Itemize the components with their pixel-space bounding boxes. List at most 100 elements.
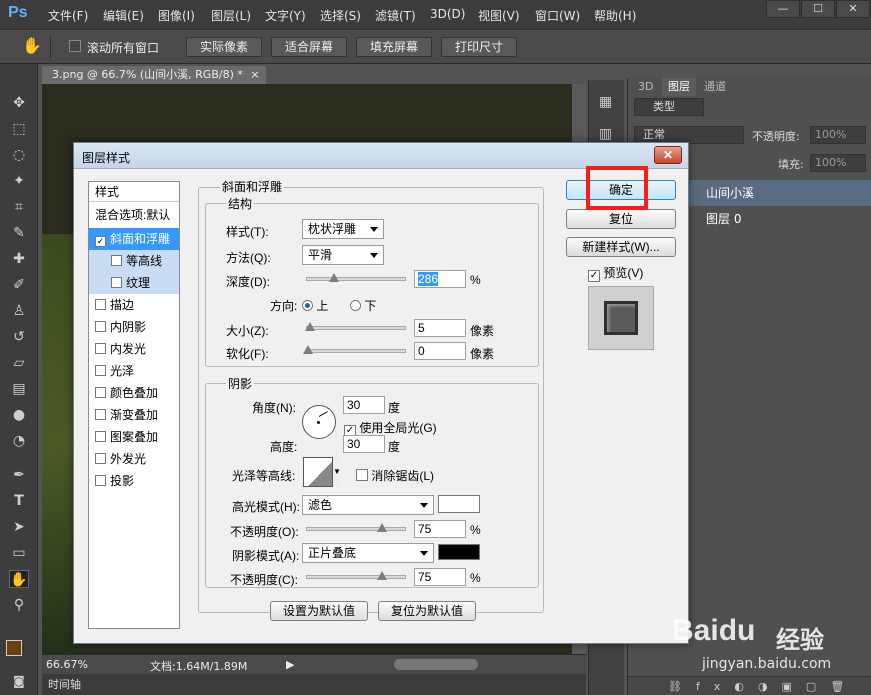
style-item-inner-glow[interactable]: 内发光 <box>89 338 179 360</box>
menu-window[interactable]: 窗口(W) <box>535 7 580 24</box>
quick-mask-icon[interactable]: ◙ <box>9 672 29 690</box>
document-tab[interactable]: 3.png @ 66.7% (山间小溪, RGB/8) * × <box>42 66 266 84</box>
shape-tool-icon[interactable]: ▭ <box>9 544 29 562</box>
highlight-color-swatch[interactable] <box>438 495 480 513</box>
info-icon[interactable]: ▥ <box>599 126 612 142</box>
technique-dropdown[interactable]: 平滑 <box>302 245 384 265</box>
crop-tool-icon[interactable]: ⌗ <box>9 198 29 216</box>
depth-slider[interactable] <box>306 273 406 282</box>
fit-screen-button[interactable]: 适合屏幕 <box>271 37 347 57</box>
menu-file[interactable]: 文件(F) <box>48 7 88 24</box>
hand-tool-icon[interactable]: ✋ <box>22 36 42 55</box>
type-tool-icon[interactable]: T <box>9 492 29 510</box>
marquee-tool-icon[interactable]: ⬚ <box>9 120 29 138</box>
gradient-tool-icon[interactable]: ▤ <box>9 380 29 398</box>
shadow-color-swatch[interactable] <box>438 544 480 560</box>
fill-input[interactable]: 100% <box>810 154 866 172</box>
eyedropper-icon[interactable]: ✎ <box>9 224 29 242</box>
size-unit: 像素 <box>470 324 495 338</box>
style-item-bevel[interactable]: ✓ 斜面和浮雕 <box>89 228 179 250</box>
hand-tool-icon[interactable]: ✋ <box>9 570 29 588</box>
tab-channels[interactable]: 通道 <box>698 78 732 96</box>
menu-type[interactable]: 文字(Y) <box>265 7 306 24</box>
minimize-button[interactable]: — <box>766 0 800 18</box>
preview-checkbox[interactable]: ✓ 预览(V) <box>588 264 643 282</box>
dodge-tool-icon[interactable]: ◔ <box>9 432 29 450</box>
style-item-contour[interactable]: 等高线 <box>89 250 179 272</box>
anti-alias-checkbox[interactable]: 消除锯齿(L) <box>356 467 434 484</box>
style-item-inner-shadow[interactable]: 内阴影 <box>89 316 179 338</box>
style-item-color-overlay[interactable]: 颜色叠加 <box>89 382 179 404</box>
close-tab-icon[interactable]: × <box>250 68 259 81</box>
zoom-level[interactable]: 66.67% <box>46 658 88 671</box>
depth-input[interactable]: 286 <box>414 270 466 288</box>
menu-filter[interactable]: 滤镜(T) <box>375 7 416 24</box>
angle-dial[interactable] <box>302 405 336 439</box>
menu-image[interactable]: 图像(I) <box>158 7 195 24</box>
maximize-button[interactable]: ☐ <box>801 0 835 18</box>
soften-slider[interactable] <box>303 345 406 354</box>
highlight-opacity-input[interactable]: 75 <box>414 520 466 538</box>
menu-3d[interactable]: 3D(D) <box>430 7 465 21</box>
shadow-opacity-input[interactable]: 75 <box>414 568 466 586</box>
fill-screen-button[interactable]: 填充屏幕 <box>356 37 432 57</box>
shadow-mode-dropdown[interactable]: 正片叠底 <box>302 543 434 563</box>
tab-3d[interactable]: 3D <box>632 78 659 96</box>
soften-input[interactable]: 0 <box>414 342 466 360</box>
menu-layer[interactable]: 图层(L) <box>211 7 251 24</box>
style-item-outer-glow[interactable]: 外发光 <box>89 448 179 470</box>
style-item-satin[interactable]: 光泽 <box>89 360 179 382</box>
timeline-panel[interactable]: 时间轴 <box>42 674 586 695</box>
angle-input[interactable]: 30 <box>343 396 385 414</box>
magic-wand-icon[interactable]: ✦ <box>9 172 29 190</box>
pen-tool-icon[interactable]: ✒ <box>9 466 29 484</box>
highlight-opacity-slider[interactable] <box>306 523 406 532</box>
move-tool-icon[interactable]: ✥ <box>9 94 29 112</box>
print-size-button[interactable]: 打印尺寸 <box>441 37 517 57</box>
filter-type-select[interactable]: 类型 <box>634 98 704 116</box>
history-brush-icon[interactable]: ↺ <box>9 328 29 346</box>
direction-up-radio[interactable]: 上 <box>302 297 328 314</box>
style-item-drop-shadow[interactable]: 投影 <box>89 470 179 492</box>
menu-help[interactable]: 帮助(H) <box>594 7 636 24</box>
shadow-opacity-slider[interactable] <box>306 571 406 580</box>
highlight-mode-dropdown[interactable]: 滤色 <box>302 495 434 515</box>
menu-view[interactable]: 视图(V) <box>478 7 520 24</box>
foreground-color-swatch[interactable] <box>6 640 22 656</box>
size-input[interactable]: 5 <box>414 319 466 337</box>
brush-tool-icon[interactable]: ✐ <box>9 276 29 294</box>
opacity-input[interactable]: 100% <box>810 126 866 144</box>
reset-default-button[interactable]: 复位为默认值 <box>378 601 476 621</box>
size-slider[interactable] <box>305 322 406 331</box>
style-item-stroke[interactable]: 描边 <box>89 294 179 316</box>
close-app-button[interactable]: ✕ <box>836 0 870 18</box>
histogram-icon[interactable]: ▦ <box>599 94 612 110</box>
zoom-tool-icon[interactable]: ⚲ <box>9 596 29 614</box>
blur-tool-icon[interactable]: ● <box>9 406 29 424</box>
path-select-icon[interactable]: ➤ <box>9 518 29 536</box>
style-item-pattern-overlay[interactable]: 图案叠加 <box>89 426 179 448</box>
horizontal-scrollbar[interactable] <box>394 659 478 670</box>
tools-panel: ✥ ⬚ ◌ ✦ ⌗ ✎ ✚ ✐ ♙ ↺ ▱ ▤ ● ◔ ✒ T ➤ ▭ ✋ ⚲ … <box>0 64 38 695</box>
altitude-input[interactable]: 30 <box>343 435 385 453</box>
menu-edit[interactable]: 编辑(E) <box>103 7 144 24</box>
actual-pixels-button[interactable]: 实际像素 <box>186 37 262 57</box>
healing-brush-icon[interactable]: ✚ <box>9 250 29 268</box>
make-default-button[interactable]: 设置为默认值 <box>270 601 368 621</box>
style-item-texture[interactable]: 纹理 <box>89 272 179 294</box>
close-icon[interactable]: ✕ <box>654 146 682 164</box>
new-style-button[interactable]: 新建样式(W)... <box>566 237 676 257</box>
status-arrow-icon[interactable]: ▶ <box>286 658 294 671</box>
tab-layers[interactable]: 图层 <box>662 78 696 96</box>
style-item-gradient-overlay[interactable]: 渐变叠加 <box>89 404 179 426</box>
eraser-tool-icon[interactable]: ▱ <box>9 354 29 372</box>
direction-down-radio[interactable]: 下 <box>350 297 376 314</box>
chevron-down-icon[interactable]: ▼ <box>332 457 341 487</box>
bevel-style-dropdown[interactable]: 枕状浮雕 <box>302 219 384 239</box>
reset-button[interactable]: 复位 <box>566 209 676 229</box>
lasso-tool-icon[interactable]: ◌ <box>9 146 29 164</box>
scroll-all-checkbox[interactable] <box>69 40 81 55</box>
style-item-blending[interactable]: 混合选项:默认 <box>89 204 179 226</box>
stamp-tool-icon[interactable]: ♙ <box>9 302 29 320</box>
menu-select[interactable]: 选择(S) <box>320 7 361 24</box>
